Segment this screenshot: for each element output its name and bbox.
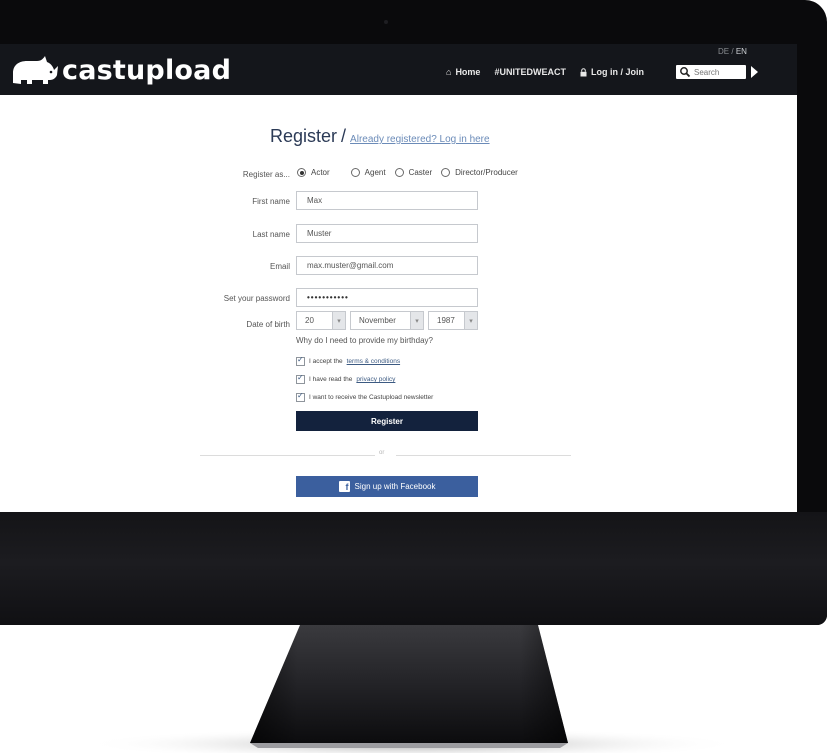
terms-prefix: I accept the [309, 358, 343, 365]
last-name-label: Last name [252, 230, 290, 239]
chevron-down-icon: ▾ [410, 312, 423, 329]
register-button[interactable]: Register [296, 411, 478, 431]
screen: castupload DE / EN ⌂ Home #UNITEDWEACT L… [0, 44, 797, 512]
terms-link[interactable]: terms & conditions [347, 358, 400, 365]
language-separator: / [731, 47, 734, 56]
dob-year-select[interactable]: 1987 ▾ [428, 311, 478, 330]
facebook-signup-button[interactable]: f Sign up with Facebook [296, 476, 478, 497]
nav-home[interactable]: ⌂ Home [446, 67, 480, 77]
brand-name: castupload [62, 54, 232, 86]
first-name-field[interactable] [296, 191, 478, 210]
password-label: Set your password [223, 294, 290, 303]
role-director-producer[interactable]: Director/Producer [441, 168, 518, 177]
register-as-label: Register as... [242, 170, 290, 179]
top-navigation-bar: castupload DE / EN ⌂ Home #UNITEDWEACT L… [0, 44, 797, 95]
newsletter-checkbox[interactable] [296, 391, 305, 402]
last-name-field[interactable] [296, 224, 478, 243]
role-caster[interactable]: Caster [394, 168, 433, 177]
email-label: Email [269, 262, 290, 271]
divider-right [396, 455, 571, 456]
register-heading: Register [270, 126, 338, 146]
radio-actor[interactable] [297, 168, 306, 177]
chevron-down-icon: ▾ [464, 312, 477, 329]
search-box [676, 65, 746, 79]
email-field[interactable] [296, 256, 478, 275]
role-agent-label: Agent [364, 168, 386, 177]
main-nav: ⌂ Home #UNITEDWEACT Log in / Join [446, 67, 644, 77]
dob-month-select[interactable]: November ▾ [350, 311, 424, 330]
terms-checkbox[interactable] [296, 355, 305, 366]
role-actor[interactable]: Actor [297, 168, 330, 177]
language-switcher: DE / EN [718, 47, 747, 56]
privacy-checkbox-row: I have read the privacy policy [296, 373, 395, 384]
dob-day-value: 20 [305, 316, 314, 325]
password-field[interactable] [296, 288, 478, 307]
language-en[interactable]: EN [736, 47, 747, 56]
login-link[interactable]: Already registered? Log in here [350, 134, 490, 145]
facebook-button-label: Sign up with Facebook [354, 482, 436, 491]
chevron-down-icon: ▾ [332, 312, 345, 329]
facebook-icon: f [338, 481, 350, 492]
play-arrow-icon[interactable] [751, 66, 758, 78]
radio-director-producer[interactable] [441, 168, 451, 177]
privacy-link[interactable]: privacy policy [356, 376, 395, 383]
role-director-producer-label: Director/Producer [455, 168, 518, 177]
divider-left [200, 455, 375, 456]
role-agent[interactable]: Agent [350, 168, 386, 177]
rhino-icon [13, 56, 58, 84]
radio-agent[interactable] [350, 168, 360, 177]
privacy-prefix: I have read the [309, 376, 353, 383]
dob-month-value: November [359, 316, 396, 325]
nav-login-label: Log in / Join [590, 67, 644, 77]
role-caster-label: Caster [408, 168, 433, 177]
nav-home-label: Home [455, 67, 481, 77]
camera-dot [384, 20, 388, 24]
first-name-label: First name [252, 197, 290, 206]
role-actor-label: Actor [311, 168, 330, 177]
birthday-info-link[interactable]: Why do I need to provide my birthday? [296, 336, 433, 345]
language-de[interactable]: DE [718, 47, 729, 56]
role-radio-group: Actor Agent Caster Director/Producer [297, 168, 518, 177]
page-title: Register / Already registered? Log in here [270, 126, 490, 147]
title-separator: / [341, 126, 347, 146]
search-icon [680, 67, 691, 78]
search-input[interactable] [691, 66, 744, 78]
radio-caster[interactable] [394, 168, 404, 177]
nav-unitedweact-label: #UNITEDWEACT [494, 67, 566, 77]
nav-login[interactable]: Log in / Join [580, 67, 644, 77]
lock-icon [580, 67, 587, 76]
dob-day-select[interactable]: 20 ▾ [296, 311, 346, 330]
terms-checkbox-row: I accept the terms & conditions [296, 355, 400, 366]
date-of-birth-label: Date of birth [246, 320, 290, 329]
logo[interactable]: castupload [10, 52, 231, 88]
newsletter-checkbox-row: I want to receive the Castupload newslet… [296, 391, 434, 402]
nav-unitedweact[interactable]: #UNITEDWEACT [494, 67, 566, 77]
monitor-chin [0, 512, 827, 625]
or-separator: or [379, 450, 385, 456]
privacy-checkbox[interactable] [296, 373, 305, 384]
dob-year-value: 1987 [437, 316, 455, 325]
home-icon: ⌂ [446, 67, 452, 77]
newsletter-text: I want to receive the Castupload newslet… [309, 394, 434, 401]
